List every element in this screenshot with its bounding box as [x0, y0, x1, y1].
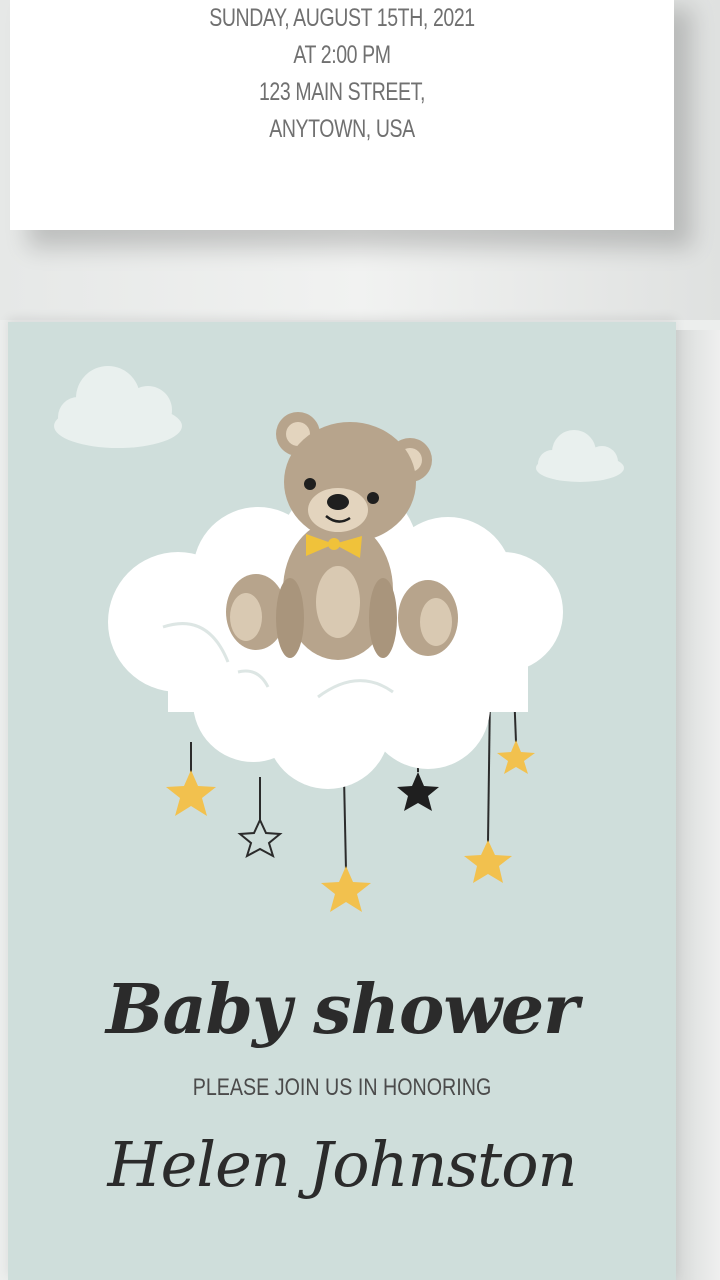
event-details: SUNDAY, AUGUST 15TH, 2021 AT 2:00 PM 123…	[83, 0, 601, 148]
star-gold-4-icon	[497, 740, 535, 774]
cloud-right-icon	[536, 430, 624, 482]
star-dark-icon	[397, 772, 439, 811]
star-gold-2-icon	[321, 866, 371, 912]
star-gold-1-icon	[166, 770, 216, 816]
event-street: 123 MAIN STREET,	[258, 78, 426, 106]
star-gold-3-icon	[464, 840, 512, 883]
honoree-name: Helen Johnston	[107, 1128, 578, 1201]
subheading-honoring: PLEASE JOIN US IN HONORING	[192, 1074, 492, 1101]
star-outline-icon	[237, 817, 283, 859]
event-city: ANYTOWN, USA	[269, 115, 415, 143]
cloud-left-icon	[54, 366, 182, 448]
invitation-front-card: Baby shower PLEASE JOIN US IN HONORING H…	[8, 322, 676, 1280]
event-date: SUNDAY, AUGUST 15TH, 2021	[209, 4, 475, 32]
invitation-back-card: SUNDAY, AUGUST 15TH, 2021 AT 2:00 PM 123…	[10, 0, 674, 230]
heading-baby-shower: Baby shower	[106, 970, 579, 1050]
event-time: AT 2:00 PM	[293, 41, 391, 69]
